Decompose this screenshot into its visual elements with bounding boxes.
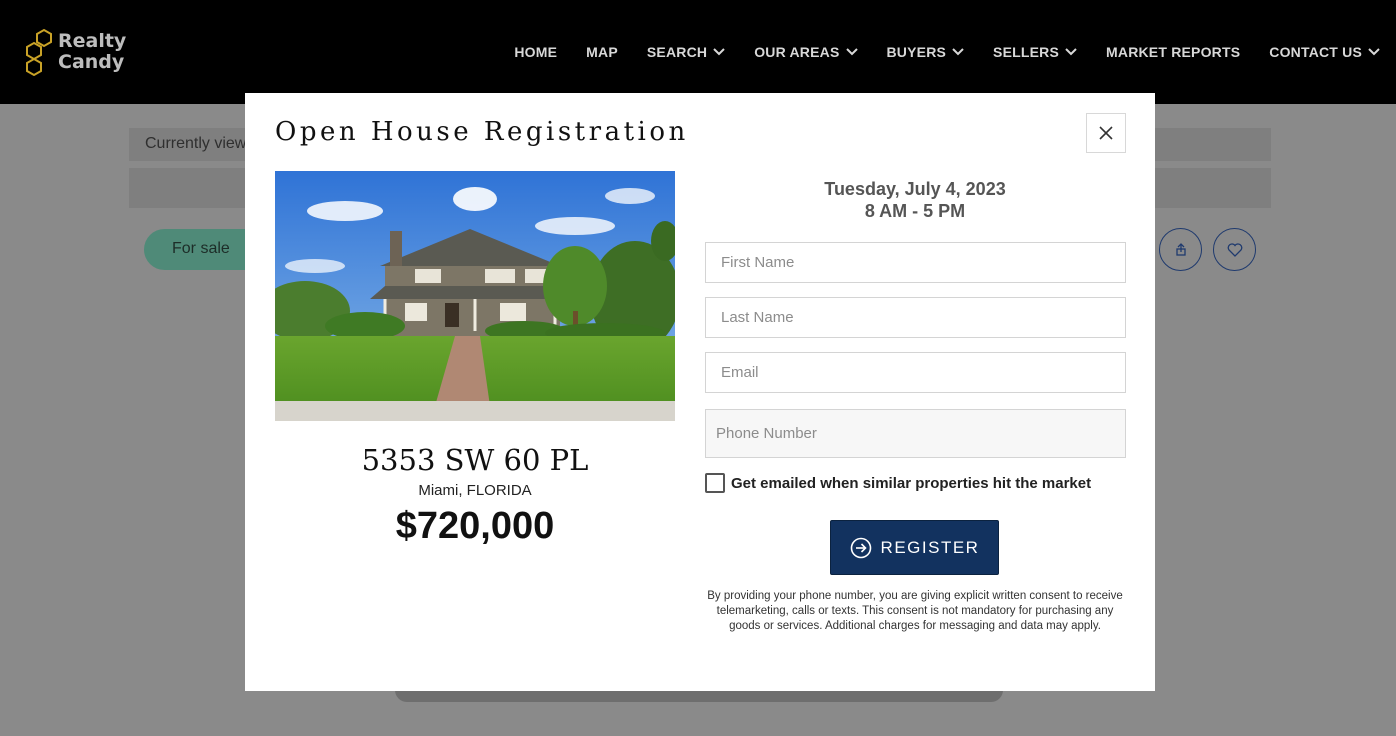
consent-disclaimer: By providing your phone number, you are … bbox=[707, 590, 1123, 632]
share-button[interactable] bbox=[1159, 228, 1202, 271]
chevron-down-icon bbox=[713, 48, 725, 56]
arrow-circle-right-icon bbox=[850, 537, 871, 558]
property-photo bbox=[275, 171, 675, 421]
site-header: Realty Candy HOME MAP SEARCH OUR AREAS B… bbox=[0, 0, 1396, 104]
nav-our-areas[interactable]: OUR AREAS bbox=[754, 44, 858, 60]
phone-field-wrap bbox=[705, 409, 1126, 458]
logo-line-1: Realty bbox=[58, 30, 127, 52]
register-button-label: REGISTER bbox=[880, 537, 980, 557]
open-house-time: 8 AM - 5 PM bbox=[864, 201, 966, 221]
nav-sellers-label: SELLERS bbox=[993, 44, 1060, 60]
chevron-down-icon bbox=[1065, 48, 1077, 56]
close-icon bbox=[1099, 126, 1113, 140]
nav-contact-us-label: CONTACT US bbox=[1269, 44, 1362, 60]
logo-text: Realty Candy bbox=[58, 31, 126, 73]
property-price: $720,000 bbox=[395, 505, 555, 547]
nav-search-label: SEARCH bbox=[646, 44, 708, 60]
logo[interactable]: Realty Candy bbox=[20, 28, 126, 76]
listing-image-edge bbox=[395, 690, 1003, 702]
open-house-registration-modal: Open House Registration 5353 SW 60 PL Mi… bbox=[245, 93, 1155, 691]
share-icon bbox=[1175, 242, 1186, 256]
honeycomb-logo-icon bbox=[26, 28, 52, 76]
register-button[interactable]: REGISTER bbox=[830, 520, 999, 575]
house-photo-icon bbox=[275, 171, 675, 421]
open-house-date: Tuesday, July 4, 2023 bbox=[824, 179, 1006, 199]
nav-market-reports[interactable]: MARKET REPORTS bbox=[1106, 44, 1240, 60]
nav-home[interactable]: HOME bbox=[514, 44, 557, 60]
first-name-field-wrap bbox=[705, 242, 1126, 283]
nav-map[interactable]: MAP bbox=[586, 44, 618, 60]
favorite-button[interactable] bbox=[1213, 228, 1256, 271]
main-nav: HOME MAP SEARCH OUR AREAS BUYERS SELLERS… bbox=[485, 0, 1380, 104]
chevron-down-icon bbox=[1368, 48, 1380, 56]
currently-viewing-text: Currently view bbox=[145, 135, 247, 152]
status-badge-label: For sale bbox=[172, 240, 230, 257]
nav-map-label: MAP bbox=[586, 44, 618, 60]
nav-buyers[interactable]: BUYERS bbox=[887, 44, 965, 60]
phone-input[interactable] bbox=[706, 410, 1125, 457]
modal-title: Open House Registration bbox=[275, 117, 689, 147]
similar-properties-label[interactable]: Get emailed when similar properties hit … bbox=[731, 475, 1091, 492]
chevron-down-icon bbox=[845, 48, 858, 56]
heart-icon bbox=[1227, 242, 1242, 257]
chevron-down-icon bbox=[952, 48, 964, 56]
nav-market-reports-label: MARKET REPORTS bbox=[1106, 44, 1241, 60]
nav-our-areas-label: OUR AREAS bbox=[754, 44, 840, 60]
property-city: Miami, FLORIDA bbox=[418, 482, 532, 499]
first-name-input[interactable] bbox=[706, 243, 1125, 282]
close-button[interactable] bbox=[1086, 113, 1126, 153]
property-address: 5353 SW 60 PL bbox=[361, 443, 589, 477]
nav-buyers-label: BUYERS bbox=[886, 44, 947, 60]
logo-line-2: Candy bbox=[58, 51, 125, 73]
last-name-input[interactable] bbox=[706, 298, 1125, 337]
similar-properties-option: Get emailed when similar properties hit … bbox=[705, 473, 1091, 493]
nav-sellers[interactable]: SELLERS bbox=[993, 44, 1077, 60]
email-field-wrap bbox=[705, 352, 1126, 393]
nav-home-label: HOME bbox=[514, 44, 558, 60]
nav-search[interactable]: SEARCH bbox=[647, 44, 725, 60]
similar-properties-checkbox[interactable] bbox=[705, 473, 725, 493]
email-input[interactable] bbox=[706, 353, 1125, 392]
last-name-field-wrap bbox=[705, 297, 1126, 338]
nav-contact-us[interactable]: CONTACT US bbox=[1269, 44, 1380, 60]
